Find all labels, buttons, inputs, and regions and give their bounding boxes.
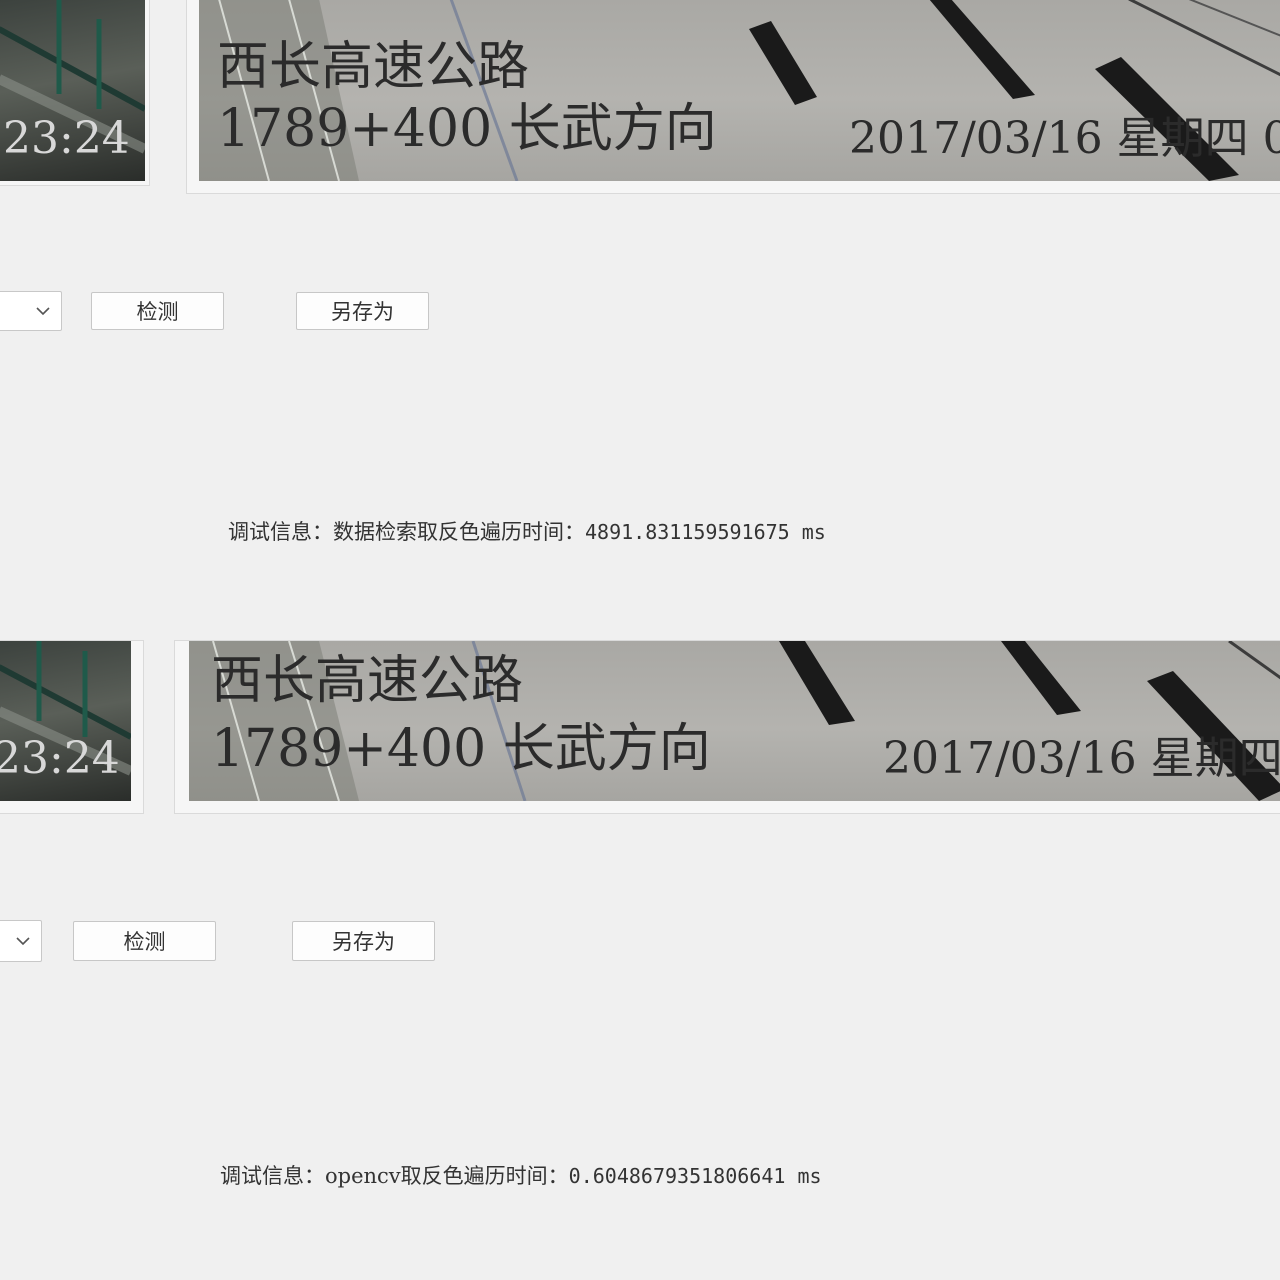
overlay-road-name: 西长高速公路 [217,37,530,97]
debug-value: 0.6048679351806641 ms [568,1164,822,1188]
debug-info: 调试信息：数据检索取反色遍历时间：4891.831159591675 ms [228,516,826,546]
chevron-down-icon [36,307,50,316]
debug-info: 调试信息：opencv取反色遍历时间：0.6048679351806641 ms [220,1160,822,1190]
inverted-image: 西长高速公路 1789+400 长武方向 2017/03/16 星期四 [189,641,1280,801]
inverted-image-frame: 西长高速公路 1789+400 长武方向 2017/03/16 星期四 09 [186,0,1280,194]
source-image-frame: 23:24 [0,640,144,814]
mode-select[interactable] [0,920,42,962]
source-image-frame: 23:24 [0,0,150,186]
source-image: 23:24 [0,0,145,181]
inverted-image: 西长高速公路 1789+400 长武方向 2017/03/16 星期四 09 [199,0,1280,181]
overlay-location: 1789+400 长武方向 [217,99,717,159]
source-timestamp-overlay: 23:24 [0,733,120,784]
overlay-road-name: 西长高速公路 [211,651,524,711]
debug-label: 调试信息：数据检索取反色遍历时间： [228,520,585,544]
comparison-panel-opencv: 23:24 西长高速公路 1789+400 长武方向 2017/03/16 星期… [0,640,1280,1280]
inverted-image-frame: 西长高速公路 1789+400 长武方向 2017/03/16 星期四 [174,640,1280,814]
save-as-button[interactable]: 另存为 [292,921,435,961]
source-image: 23:24 [0,641,131,801]
overlay-datetime: 2017/03/16 星期四 [883,733,1280,784]
chevron-down-icon [16,937,30,946]
mode-select[interactable] [0,291,62,331]
save-as-button[interactable]: 另存为 [296,292,429,330]
overlay-datetime: 2017/03/16 星期四 09 [849,113,1280,164]
source-timestamp-overlay: 23:24 [3,113,130,164]
overlay-location: 1789+400 长武方向 [211,719,711,779]
detect-button[interactable]: 检测 [73,921,216,961]
debug-value: 4891.831159591675 ms [585,520,826,544]
detect-button[interactable]: 检测 [91,292,224,330]
comparison-panel-datasearch: 23:24 西长高速公路 1789+400 长武方向 2017/03/16 星期… [0,0,1280,640]
debug-label: 调试信息：opencv取反色遍历时间： [220,1164,569,1188]
